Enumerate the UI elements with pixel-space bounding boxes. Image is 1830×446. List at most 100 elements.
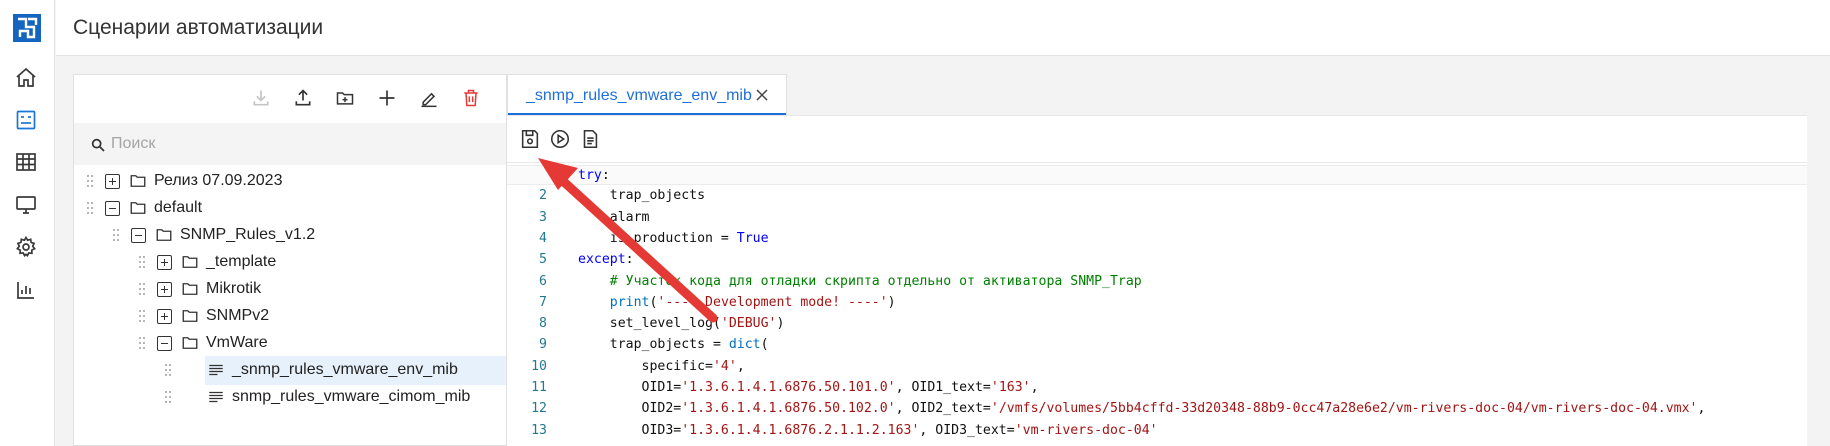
tree-row[interactable]: snmp_rules_vmware_cimom_mib [74,382,506,413]
collapse-icon[interactable] [105,201,120,216]
code-line[interactable]: 11 OID1='1.3.6.1.4.1.6876.50.101.0', OID… [507,378,1807,398]
collapse-icon[interactable] [131,228,146,243]
code-token: dict [728,337,761,353]
page-header: Сценарии автоматизации [56,0,1830,56]
code-token: print [609,294,650,310]
code-line[interactable]: 3 alarm [507,208,1807,228]
document-icon[interactable] [579,128,601,150]
upload-button[interactable] [282,83,324,113]
code-text: alarm [578,208,650,228]
folder-icon [182,337,198,349]
line-number: 10 [531,358,547,374]
tree-row-label: Mikrotik [206,280,262,297]
rename-button[interactable] [408,83,450,113]
code-line[interactable]: 9 trap_objects = dict( [507,335,1807,355]
search-input[interactable] [111,131,491,157]
folder-icon [182,256,198,268]
tree-row-label: SNMPv2 [206,307,270,324]
expand-icon[interactable] [157,255,172,270]
drag-handle-icon[interactable] [112,228,120,242]
code-line[interactable]: try: [507,165,1807,185]
line-number: 13 [531,422,547,438]
editor-tab[interactable]: _snmp_rules_vmware_env_mib [507,74,787,115]
code-line[interactable]: 12 OID2='1.3.6.1.4.1.6876.50.102.0', OID… [507,399,1807,419]
table-icon[interactable] [14,150,38,174]
add-button[interactable] [366,83,408,113]
code-token: ) [887,294,896,310]
tree-row-label: default [154,199,203,216]
code-text: trap_objects = dict( [578,335,769,355]
monitor-icon[interactable] [14,193,38,217]
code-token: ) [776,316,785,332]
expand-icon[interactable] [105,174,120,189]
scenario-tree-panel: Релиз 07.09.2023 default SNMP_Rules_v1.2… [73,74,507,446]
code-token: trap_objects = [578,337,729,353]
code-text: specific='4', [578,357,745,377]
folder-icon [182,283,198,295]
tree-row-label: Релиз 07.09.2023 [154,172,283,189]
line-number: 4 [539,230,547,246]
drag-handle-icon[interactable] [138,255,146,269]
code-token: 'vm-rivers-doc-04' [1014,422,1158,438]
code-token: : [601,168,610,183]
code-editor[interactable]: try: 2 trap_objects 3 alarm 4 is_production… [507,163,1807,446]
home-icon[interactable] [14,66,38,90]
code-text: OID3='1.3.6.1.4.1.6876.2.1.1.2.163', OID… [578,421,1158,441]
close-icon[interactable] [754,87,770,103]
delete-button[interactable] [450,83,492,113]
code-text: OID2='1.3.6.1.4.1.6876.50.102.0', OID2_t… [578,399,1706,419]
drag-handle-icon[interactable] [86,174,94,188]
page-title: Сценарии автоматизации [73,16,324,39]
code-token: OID3= [578,422,682,438]
app-logo-icon[interactable] [13,14,41,42]
folder-icon [182,310,198,322]
code-line[interactable]: 6 # Участок кода для отладки скрипта отд… [507,272,1807,292]
code-text: # Участок кода для отладки скрипта отдел… [578,272,1142,292]
scenarios-icon[interactable] [14,108,38,132]
drag-handle-icon[interactable] [164,363,172,377]
code-line[interactable]: 7 print('---- Development mode! ----') [507,293,1807,313]
code-token: specific= [578,358,713,374]
code-text: OID1='1.3.6.1.4.1.6876.50.101.0', OID1_t… [578,378,1039,398]
tree-toolbar [240,83,492,113]
folder-icon [156,229,172,241]
code-line[interactable]: 8 set_level_log('DEBUG') [507,314,1807,334]
code-token: , [1697,401,1706,417]
run-icon[interactable] [549,128,571,150]
line-number: 11 [531,380,547,395]
expand-icon[interactable] [157,282,172,297]
new-folder-button[interactable] [324,83,366,113]
download-button[interactable] [240,83,282,113]
code-token: is_production = [578,230,737,246]
line-number: 8 [539,316,547,332]
drag-handle-icon[interactable] [138,282,146,296]
drag-handle-icon[interactable] [164,390,172,404]
code-token: '1.3.6.1.4.1.6876.50.101.0' [681,380,896,395]
line-number: 2 [539,188,547,204]
collapse-icon[interactable] [157,336,172,351]
save-icon[interactable] [519,128,541,150]
code-token: '163' [990,380,1031,395]
code-token: True [736,230,769,246]
code-text: try: [578,166,610,186]
expand-icon[interactable] [157,309,172,324]
code-line[interactable]: 10 specific='4', [507,357,1807,377]
folder-icon [130,175,146,187]
drag-handle-icon[interactable] [86,201,94,215]
code-line[interactable]: 13 OID3='1.3.6.1.4.1.6876.2.1.1.2.163', … [507,421,1807,441]
code-token: , [736,358,745,374]
line-number: 12 [531,401,547,417]
chart-icon[interactable] [14,278,38,302]
code-line[interactable]: 5 except: [507,250,1807,270]
upload-icon [295,89,311,106]
gear-icon[interactable] [14,235,38,259]
code-token: # Участок кода для отладки скрипта отдел… [609,273,1142,289]
drag-handle-icon[interactable] [138,309,146,323]
code-line[interactable]: 4 is_production = True [507,229,1807,249]
new-folder-icon [336,92,354,105]
drag-handle-icon[interactable] [138,336,146,350]
code-line[interactable]: 2 trap_objects [507,186,1807,206]
code-token: try [578,168,602,183]
